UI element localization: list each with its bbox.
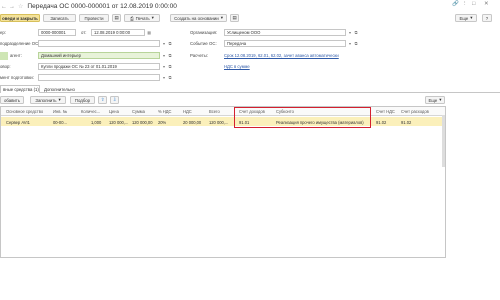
open-link-icon[interactable]: ⧉ [167,74,173,81]
counterparty-label: агент: [10,53,22,58]
open-link-icon[interactable]: ⧉ [167,52,173,59]
cell-qty[interactable]: 1,000 [91,120,101,125]
pick-button[interactable]: Подбор [70,96,95,104]
cell-vat-account[interactable]: 91.02 [376,120,386,125]
counterparty-field[interactable]: Домашний интерьер [38,52,160,59]
cell-asset[interactable]: Сервер AVI1 [6,120,30,125]
table-more-label: Еще [428,97,438,103]
link-icon[interactable]: 🔗 [452,1,459,7]
vat-link[interactable]: НДС в сумме [224,64,250,69]
post-and-close-button[interactable]: оведи и закрыть [0,14,40,22]
close-icon[interactable]: ✕ [484,1,489,7]
calc-link[interactable]: Срок 12.08.2019, 62.01, 62.02, зачет ава… [224,53,339,58]
header-vat[interactable]: НДС [183,109,192,114]
table-scrollbar[interactable] [442,115,445,167]
date-field[interactable]: 12.08.2019 0:00:00 [91,29,145,36]
cell-sum[interactable]: 120 000,00 [132,120,153,125]
date-from-label: от: [81,30,87,35]
location-label: подразделение ОС: [0,41,40,46]
open-link-icon[interactable]: ⧉ [167,40,173,47]
table-header: Основное средство Инв. № Количес... Цена… [1,107,445,116]
table-row[interactable]: Сервер AVI1 00-00... 1,000 120 000,... 1… [1,117,445,126]
fill-button[interactable]: Заполнить ▾ [30,96,66,104]
organization-label: Организация: [190,30,218,35]
organization-field[interactable]: Услищеном ООО [224,29,346,36]
arrow-up-icon: ⇧ [100,97,105,102]
maximize-icon[interactable]: □ [472,1,475,7]
header-price[interactable]: Цена [109,109,119,114]
printer-icon: ⎙ [130,15,134,21]
tab-bar: вные средства (1) Дополнительно [0,85,500,93]
header-asset[interactable]: Основное средство [6,109,43,114]
assets-table: Основное средство Инв. № Количес... Цена… [0,106,446,258]
header-inv-no[interactable]: Инв. № [53,109,67,114]
more-button[interactable]: Еще ▾ [455,14,477,22]
print-label: Печать [135,15,150,21]
header-total[interactable]: Всего [209,109,220,114]
open-link-icon[interactable]: ⧉ [167,63,173,70]
write-button[interactable]: Записать [43,14,76,22]
chevron-down-icon: ▾ [220,15,223,20]
forward-arrow-icon[interactable]: → [9,4,15,10]
table-more-button[interactable]: Еще ▾ [425,96,445,104]
event-label: Событие ОС: [190,41,217,46]
create-based-button[interactable]: Создать на основании ▾ [170,14,227,22]
prep-label: мент подготовки: [0,75,34,80]
chevron-down-icon: ▾ [439,97,442,102]
number-field[interactable]: 0000-000001 [38,29,76,36]
header-sum[interactable]: Сумма [132,109,145,114]
number-label: ер: [0,30,6,35]
fill-label: Заполнить [35,97,57,103]
menu-dots-icon[interactable]: ⋮ [462,1,468,7]
contract-field[interactable]: Купли продажи ОС № 23 от 01.01.2019 [38,63,160,70]
open-link-icon[interactable]: ⧉ [353,29,359,36]
post-icon-button[interactable]: ▤ [112,14,121,22]
cell-expense-account[interactable]: 91.02 [401,120,411,125]
report-button[interactable]: ▤ [230,14,239,22]
cell-total[interactable]: 120 000,... [209,120,228,125]
chevron-down-icon: ▾ [470,15,473,20]
cell-price[interactable]: 120 000,... [109,120,128,125]
chevron-down-icon: ▾ [58,97,61,102]
tab-fixed-assets[interactable]: вные средства (1) [0,85,40,93]
more-label: Еще [459,15,469,21]
arrow-down-icon: ⇩ [112,97,117,102]
contract-label: овор: [0,64,11,69]
cell-vat-rate[interactable]: 20% [158,120,166,125]
header-vat-rate[interactable]: % НДС [158,109,171,114]
favorite-star-icon[interactable]: ☆ [18,3,23,10]
header-expense-account[interactable]: Счет расходов [401,109,429,114]
add-row-button[interactable]: обавить [0,96,24,104]
back-arrow-icon[interactable]: ← [1,4,7,10]
post-button[interactable]: Провести [79,14,109,22]
cell-vat[interactable]: 20 000,00 [183,120,201,125]
cell-inv-no[interactable]: 00-00... [53,120,67,125]
chevron-down-icon: ▾ [151,15,154,20]
required-marker [0,52,8,60]
move-up-button[interactable]: ⇧ [98,96,107,104]
report-icon: ▤ [232,15,237,20]
calc-label: Расчеты: [190,53,208,58]
calendar-icon[interactable]: ▦ [146,29,152,36]
print-button[interactable]: ⎙ Печать ▾ [124,14,160,22]
prep-field[interactable] [38,74,160,81]
move-down-button[interactable]: ⇩ [110,96,119,104]
event-field[interactable]: Передача [224,40,346,47]
location-field[interactable] [38,40,160,47]
header-qty[interactable]: Количес... [81,109,100,114]
title-bar: ← → ☆ Передача ОС 0000-000001 от 12.08.2… [0,1,500,12]
open-link-icon[interactable]: ⧉ [353,40,359,47]
header-vat-account[interactable]: Счет НДС [376,109,395,114]
window-title: Передача ОС 0000-000001 от 12.08.2019 0:… [27,3,177,10]
post-doc-icon: ▤ [114,15,119,20]
highlight-frame [234,107,371,128]
tab-additional[interactable]: Дополнительно [42,85,77,93]
create-based-label: Создать на основании [174,15,219,21]
help-button[interactable]: ? [482,14,492,22]
